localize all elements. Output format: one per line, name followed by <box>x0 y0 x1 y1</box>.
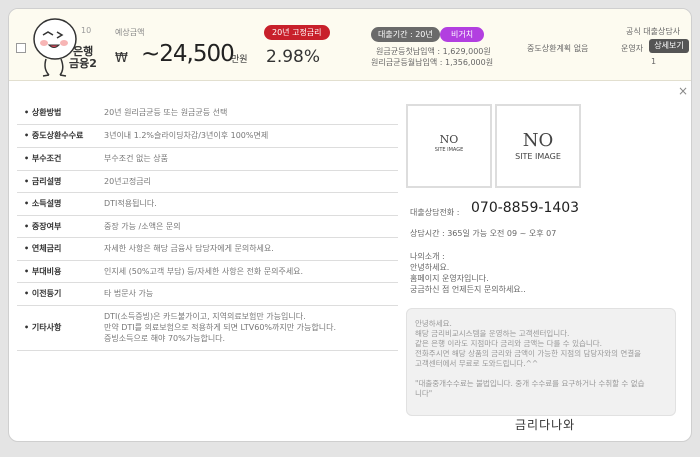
site-image-placeholder: NO SITE IMAGE <box>406 104 492 188</box>
table-row: • 이전등기 타 법문사 가능 <box>17 282 398 306</box>
no-image-title: NO <box>522 130 554 151</box>
estimated-amount-label: 예상금액 <box>115 28 145 37</box>
monthly-payment: 원리금균등월납입액 : 1,356,000원 <box>371 58 494 67</box>
table-row: • 상환방법 20년 원리금균등 또는 원금균등 선택 <box>17 102 398 125</box>
intro-line: 안녕하세요. <box>410 263 450 272</box>
spec-value: 3년이내 1.2%슬라이딩차감/3년이후 100%면제 <box>104 124 398 148</box>
spec-key: • 중도상환수수료 <box>17 124 104 148</box>
table-row: • 기타사항 DTI(소득증빙)은 카드불가이고, 지역의료보험만 가능입니다.… <box>17 305 398 351</box>
notice-line: 해당 금리비교시스템을 운영하는 고객센터입니다. <box>415 329 570 338</box>
spec-key: • 소득설명 <box>17 192 104 216</box>
loan-spec-table: • 상환방법 20년 원리금균등 또는 원금균등 선택 • 중도상환수수료 3년… <box>17 102 398 351</box>
principal-first-payment: 원금균등첫납입액 : 1,629,000원 <box>376 47 491 56</box>
spec-value: 자세한 사항은 해당 금융사 담당자에게 문의하세요. <box>104 237 398 261</box>
table-row: • 부수조건 부수조건 없는 상품 <box>17 147 398 171</box>
spec-value: 20년 원리금균등 또는 원금균등 선택 <box>104 102 398 125</box>
spec-value: 인지세 (50%고객 부담) 등/자세한 사항은 전화 문의주세요. <box>104 260 398 283</box>
notice-line: 안녕하세요. <box>415 319 452 328</box>
amount-unit: 만원 <box>231 55 248 65</box>
spec-value: 부수조건 없는 상품 <box>104 147 398 171</box>
select-checkbox[interactable] <box>16 43 26 53</box>
table-row: • 연체금리 자세한 사항은 해당 금융사 담당자에게 문의하세요. <box>17 237 398 261</box>
no-image-title: NO <box>439 133 459 146</box>
spec-value: DTI(소득증빙)은 카드불가이고, 지역의료보험만 가능입니다. 만약 DTI… <box>104 305 398 351</box>
no-grace-badge: 비거치 <box>440 27 485 42</box>
detail-view-button[interactable]: 상세보기 <box>649 39 689 53</box>
official-consultant-label: 공식 대출상담사 <box>626 27 681 36</box>
site-watermark: 금리다나와 <box>515 418 576 432</box>
spec-key: • 연체금리 <box>17 237 104 261</box>
notice-line: 같은 은행 이라도 지점마다 금리와 금액는 다를 수 있습니다. <box>415 339 603 348</box>
spec-key: • 금리설명 <box>17 170 104 193</box>
loan-detail-panel: 10 은행 금융2 예상금액 ₩ ~24,500 만원 20년 고정금리 2.9… <box>8 8 692 442</box>
notice-line <box>415 369 675 379</box>
early-repayment-plan: 중도상환계획 없음 <box>527 44 589 53</box>
table-row: • 부대비용 인지세 (50%고객 부담) 등/자세한 사항은 전화 문의주세요… <box>17 260 398 283</box>
intro-line: 궁금하신 점 언제든지 문의하세요.. <box>410 285 526 294</box>
estimated-amount: ~24,500 <box>141 41 235 67</box>
spec-key: • 부수조건 <box>17 147 104 171</box>
notice-line: 고객센터에서 무료로 도와드립니다.^^ <box>415 359 539 368</box>
spec-key: • 중장여부 <box>17 215 104 238</box>
no-image-subtitle: SITE IMAGE <box>434 147 464 153</box>
bank-number: 10 <box>81 26 92 35</box>
notice-line: "대출중개수수료는 불법입니다. 중개 수수료를 요구하거나 수취할 수 없습 <box>415 379 645 388</box>
consultation-hours: 상담시간 : 365일 가능 오전 09 ~ 오후 07 <box>410 229 557 238</box>
fixed-rate-badge: 20년 고정금리 <box>264 25 330 40</box>
spec-key: • 상환방법 <box>17 102 104 125</box>
phone-label: 대출상담전화 : <box>410 208 460 217</box>
table-row: • 금리설명 20년고정금리 <box>17 170 398 193</box>
consultant-count: 1 <box>651 57 657 66</box>
won-icon: ₩ <box>115 51 128 66</box>
table-row: • 중장여부 중장 가능 /소액은 문의 <box>17 215 398 238</box>
loan-term-badge: 대출기간 : 20년 <box>371 27 440 42</box>
close-icon[interactable]: × <box>678 84 688 98</box>
spec-key: • 기타사항 <box>17 305 104 351</box>
intro-line: 홈페이지 운영자입니다. <box>410 274 489 283</box>
spec-value: 타 법문사 가능 <box>104 282 398 306</box>
spec-value-line: DTI(소득증빙)은 카드불가이고, 지역의료보험만 가능입니다. <box>104 312 306 321</box>
spec-value: 20년고정금리 <box>104 170 398 193</box>
interest-rate: 2.98% <box>266 47 321 67</box>
operator-label: 운영자 <box>621 44 644 53</box>
spec-value-line: 증빙소득으로 해야 70%가능합니다. <box>104 334 226 343</box>
notice-line: 전화주시면 해당 상품의 금리와 금액이 가능한 지점의 담당자와의 연결을 <box>415 349 642 358</box>
spec-key: • 이전등기 <box>17 282 104 306</box>
spec-value: 중장 가능 /소액은 문의 <box>104 215 398 238</box>
phone-number[interactable]: 070-8859-1403 <box>471 200 579 216</box>
spec-key: • 부대비용 <box>17 260 104 283</box>
no-image-subtitle: SITE IMAGE <box>515 152 561 161</box>
self-introduction: 나의소개 : 안녕하세요. 홈페이지 운영자입니다. 궁금하신 점 언제든지 문… <box>410 251 526 295</box>
table-row: • 중도상환수수료 3년이내 1.2%슬라이딩차감/3년이후 100%면제 <box>17 124 398 148</box>
table-row: • 소득설명 DTI적용됩니다. <box>17 192 398 216</box>
bank-sub-name: 금융2 <box>69 57 97 70</box>
intro-line: 나의소개 : <box>410 252 445 261</box>
loan-header-row: 10 은행 금융2 예상금액 ₩ ~24,500 만원 20년 고정금리 2.9… <box>9 9 691 81</box>
customer-center-notice: 안녕하세요. 해당 금리비교시스템을 운영하는 고객센터입니다. 같은 은행 이… <box>406 308 676 416</box>
site-image-placeholder: NO SITE IMAGE <box>495 104 581 188</box>
spec-value: DTI적용됩니다. <box>104 192 398 216</box>
spec-value-line: 만약 DTI를 의료보험으로 적용하게 되면 LTV60%까지만 가능합니다. <box>104 323 336 332</box>
notice-line: 니다" <box>415 389 433 398</box>
